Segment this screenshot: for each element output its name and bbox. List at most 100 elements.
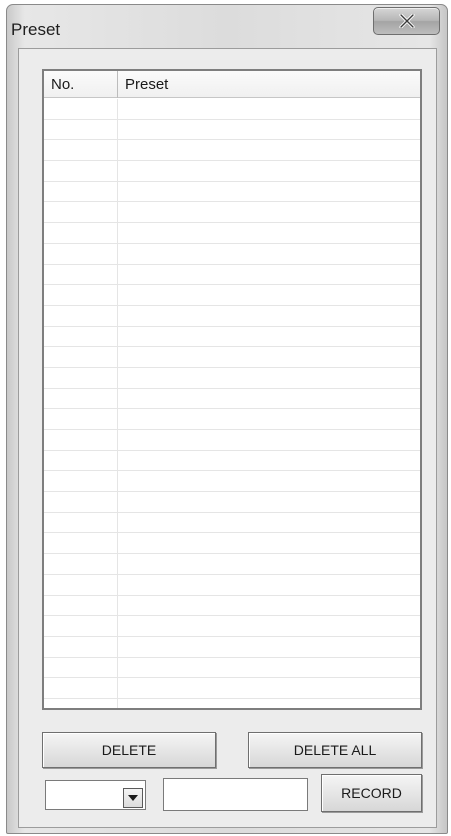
cell-no — [44, 119, 118, 140]
list-row[interactable] — [44, 243, 420, 265]
cell-preset — [118, 451, 420, 471]
list-row[interactable] — [44, 492, 420, 513]
list-row[interactable] — [44, 678, 420, 699]
dialog-client-area: No. Preset DELETE DELETE ALL RECORD — [18, 48, 437, 828]
list-row[interactable] — [44, 512, 420, 534]
cell-no — [44, 678, 118, 698]
cell-preset — [118, 575, 420, 595]
cell-preset — [118, 513, 420, 533]
cell-no — [44, 533, 118, 554]
list-row[interactable] — [44, 326, 420, 348]
cell-preset — [118, 244, 420, 264]
preset-number-dropdown[interactable] — [45, 780, 146, 810]
cell-no — [44, 367, 118, 388]
list-row[interactable] — [44, 595, 420, 617]
cell-no — [44, 554, 118, 574]
list-row[interactable] — [44, 161, 420, 182]
cell-preset — [118, 306, 420, 326]
cell-no — [44, 161, 118, 181]
list-row[interactable] — [44, 223, 420, 244]
list-row[interactable] — [44, 554, 420, 575]
list-row[interactable] — [44, 99, 420, 120]
preset-name-input[interactable] — [163, 778, 308, 811]
cell-no — [44, 326, 118, 347]
list-row[interactable] — [44, 616, 420, 637]
preset-window: Preset No. Preset DELETE DELETE ALL RECO… — [6, 4, 448, 834]
list-row[interactable] — [44, 305, 420, 327]
column-header-preset[interactable]: Preset — [118, 71, 420, 98]
cell-preset — [118, 637, 420, 657]
list-row[interactable] — [44, 367, 420, 389]
cell-no — [44, 243, 118, 264]
list-row[interactable] — [44, 119, 420, 141]
record-button[interactable]: RECORD — [321, 774, 422, 812]
cell-preset — [118, 223, 420, 243]
list-row[interactable] — [44, 285, 420, 306]
cell-no — [44, 450, 118, 471]
preset-list[interactable]: No. Preset — [42, 69, 422, 710]
cell-no — [44, 181, 118, 202]
list-row[interactable] — [44, 409, 420, 430]
cell-preset — [118, 202, 420, 222]
list-row[interactable] — [44, 450, 420, 472]
cell-preset — [118, 616, 420, 636]
title-bar[interactable]: Preset — [7, 5, 447, 49]
list-row[interactable] — [44, 533, 420, 555]
cell-no — [44, 223, 118, 243]
cell-no — [44, 202, 118, 223]
cell-preset — [118, 533, 420, 553]
cell-no — [44, 409, 118, 429]
cell-no — [44, 574, 118, 595]
list-header: No. Preset — [44, 71, 420, 98]
cell-no — [44, 388, 118, 409]
cell-preset — [118, 265, 420, 285]
chevron-down-icon[interactable] — [123, 788, 143, 808]
cell-no — [44, 305, 118, 326]
close-button[interactable] — [373, 7, 440, 35]
cell-preset — [118, 347, 420, 367]
cell-no — [44, 99, 118, 119]
cell-no — [44, 636, 118, 657]
list-row[interactable] — [44, 202, 420, 224]
cell-no — [44, 430, 118, 450]
cell-preset — [118, 430, 420, 450]
list-row[interactable] — [44, 574, 420, 596]
list-row[interactable] — [44, 181, 420, 203]
cell-preset — [118, 596, 420, 616]
cell-preset — [118, 678, 420, 698]
cell-no — [44, 512, 118, 533]
cell-preset — [118, 140, 420, 160]
cell-preset — [118, 658, 420, 678]
cell-no — [44, 347, 118, 367]
cell-no — [44, 657, 118, 678]
cell-preset — [118, 327, 420, 347]
column-header-no[interactable]: No. — [44, 71, 118, 98]
cell-preset — [118, 161, 420, 181]
list-row[interactable] — [44, 388, 420, 410]
list-row[interactable] — [44, 471, 420, 493]
list-row[interactable] — [44, 657, 420, 679]
cell-preset — [118, 120, 420, 140]
cell-no — [44, 595, 118, 616]
list-row[interactable] — [44, 264, 420, 286]
cell-preset — [118, 554, 420, 574]
delete-button[interactable]: DELETE — [42, 732, 216, 768]
cell-preset — [118, 368, 420, 388]
cell-preset — [118, 182, 420, 202]
close-icon — [374, 8, 439, 34]
cell-preset — [118, 699, 420, 708]
delete-all-button[interactable]: DELETE ALL — [248, 732, 422, 768]
cell-preset — [118, 99, 420, 119]
list-row[interactable] — [44, 636, 420, 658]
cell-no — [44, 616, 118, 636]
cell-no — [44, 264, 118, 285]
cell-preset — [118, 471, 420, 491]
cell-no — [44, 471, 118, 492]
list-row[interactable] — [44, 347, 420, 368]
cell-no — [44, 285, 118, 305]
list-row[interactable] — [44, 430, 420, 451]
list-row[interactable] — [44, 698, 420, 708]
list-row[interactable] — [44, 140, 420, 162]
cell-no — [44, 140, 118, 161]
cell-preset — [118, 285, 420, 305]
